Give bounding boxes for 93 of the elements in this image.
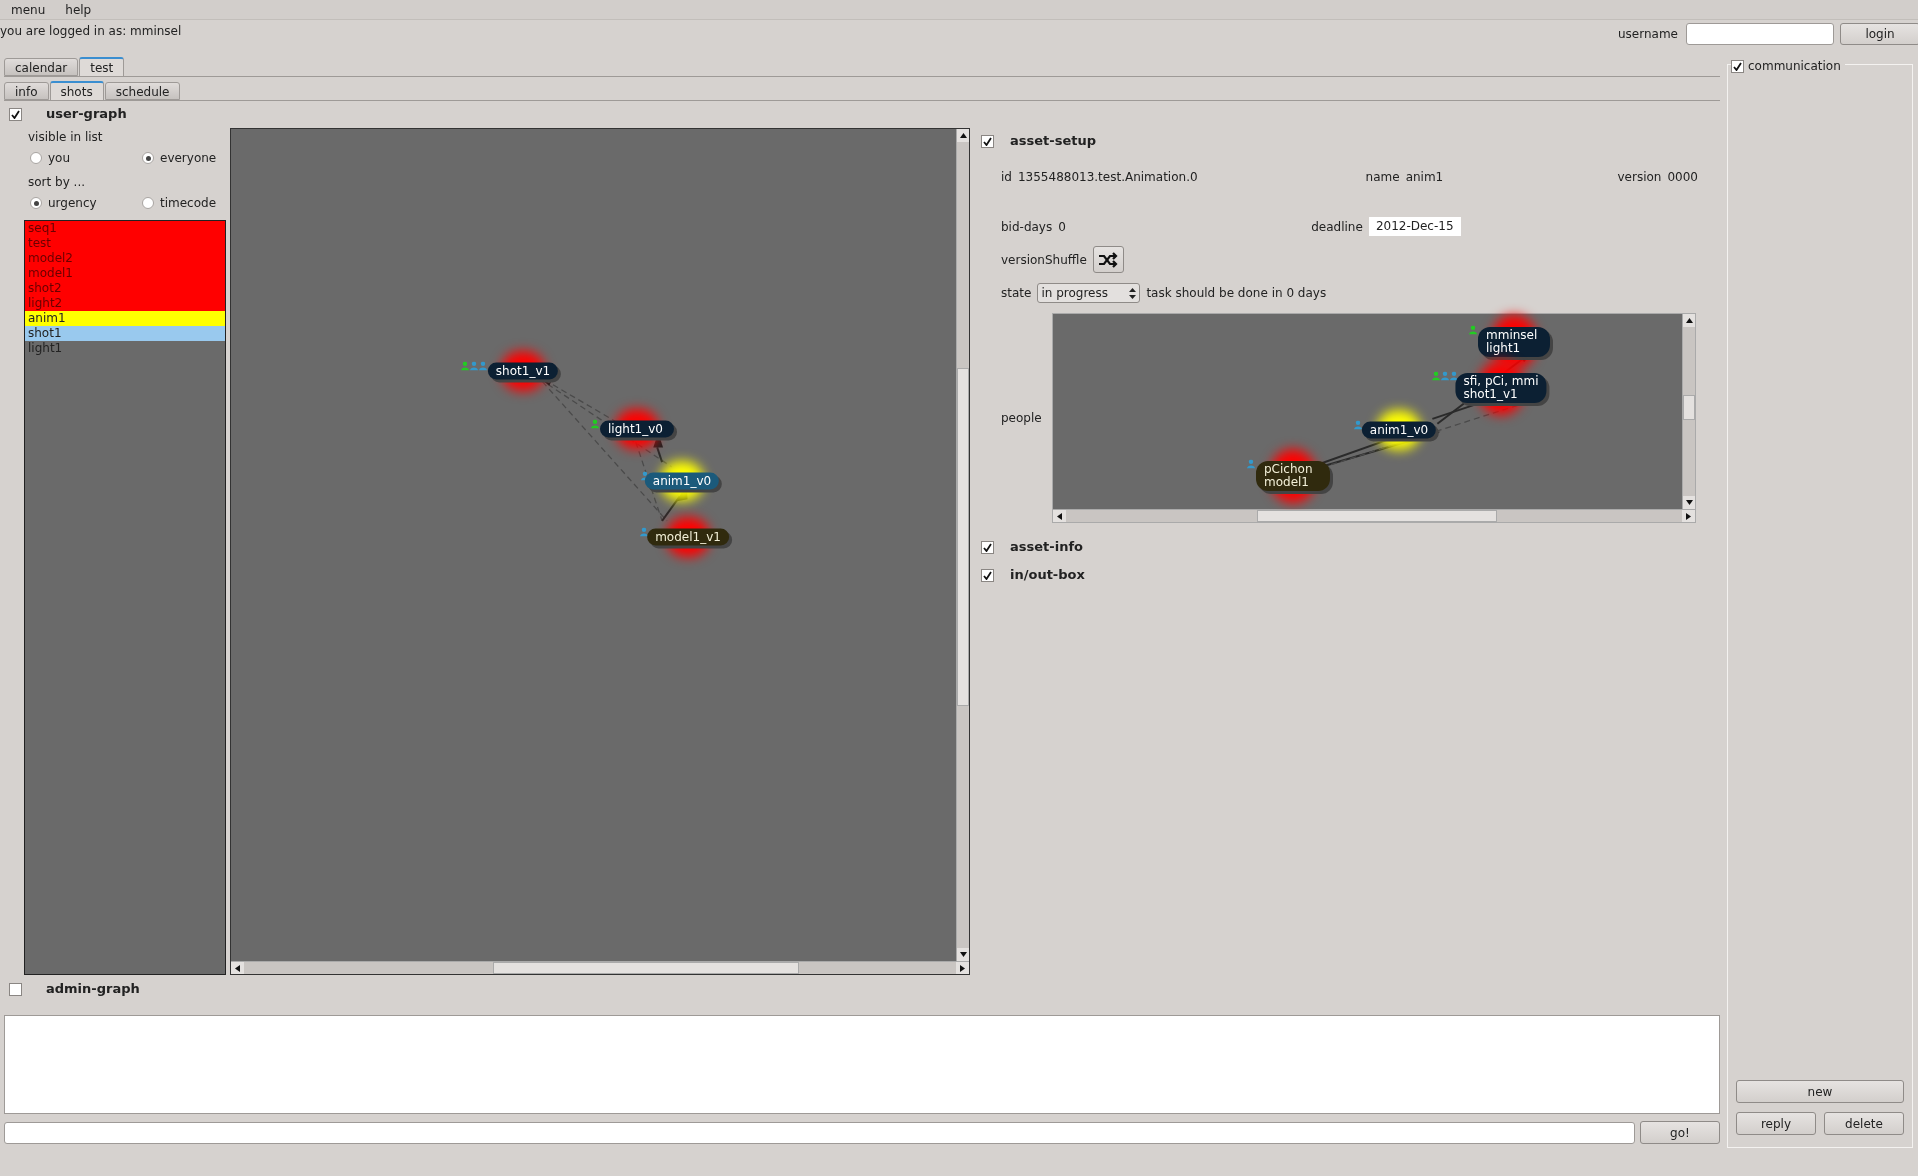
graph-node[interactable]: sfi, pCi, mmi shot1_v1: [1455, 373, 1547, 403]
section-title: in/out-box: [1010, 566, 1085, 585]
field-label: people: [1001, 410, 1043, 427]
list-item[interactable]: anim1: [25, 311, 225, 326]
scroll-down-button[interactable]: [957, 948, 969, 961]
scroll-left-button[interactable]: [231, 962, 244, 974]
field-label: state: [1001, 285, 1032, 302]
section-title: admin-graph: [46, 980, 140, 999]
field-label: deadline: [1311, 218, 1363, 236]
graph-node[interactable]: model1_v1: [647, 528, 729, 546]
radio-label: timecode: [160, 195, 217, 212]
tab[interactable]: calendar: [4, 58, 79, 76]
tab[interactable]: shots: [49, 81, 104, 101]
tab[interactable]: info: [4, 82, 49, 100]
message-area[interactable]: [4, 1015, 1720, 1114]
radio-label: everyone: [160, 150, 217, 167]
login-status: you are logged in as: mminsel: [0, 23, 182, 40]
radio-button[interactable]: [142, 152, 154, 164]
group-label: visible in list: [28, 129, 104, 146]
scroll-right-button[interactable]: [1682, 510, 1695, 522]
horizontal-scrollbar[interactable]: [1053, 509, 1695, 522]
new-button[interactable]: new: [1736, 1080, 1904, 1103]
people-graph[interactable]: mminsel light1 sfi, pCi, mmi shot1_v1 anim1_v0 pCichon model1: [1052, 313, 1696, 523]
tab[interactable]: schedule: [104, 82, 181, 100]
field-label: bid-days: [1001, 218, 1053, 236]
field-label: name: [1365, 169, 1400, 186]
state-dropdown[interactable]: in progress: [1037, 283, 1141, 303]
date-field[interactable]: 2012-Dec-15: [1368, 217, 1461, 236]
checkbox[interactable]: [981, 540, 994, 554]
group-label: sort by ...: [28, 174, 87, 191]
up-arrow-icon: [1685, 318, 1693, 323]
checkbox[interactable]: [9, 107, 22, 121]
menu-item[interactable]: help: [65, 0, 92, 19]
message-input[interactable]: [4, 1121, 1635, 1144]
checkbox[interactable]: [981, 568, 994, 582]
scrollbar-thumb[interactable]: [1256, 510, 1498, 522]
scroll-down-button[interactable]: [1683, 496, 1695, 509]
graph-node[interactable]: shot1_v1: [487, 362, 559, 380]
vertical-scrollbar[interactable]: [956, 129, 969, 961]
scrollbar-thumb[interactable]: [493, 962, 800, 974]
go-button[interactable]: go!: [1640, 1121, 1720, 1144]
tab[interactable]: test: [79, 57, 125, 77]
radio-button[interactable]: [30, 197, 42, 209]
left-arrow-icon: [1057, 512, 1062, 520]
radio-button[interactable]: [30, 152, 42, 164]
graph-node[interactable]: anim1_v0: [1361, 421, 1437, 439]
menu-item[interactable]: menu: [11, 0, 46, 19]
checkbox[interactable]: [9, 982, 22, 996]
scrollbar-thumb[interactable]: [1683, 394, 1695, 420]
radio-button[interactable]: [142, 197, 154, 209]
field-label: version: [1617, 169, 1662, 186]
right-arrow-icon: [960, 964, 965, 972]
field-value: 0: [1058, 218, 1067, 236]
checkbox[interactable]: [1731, 59, 1744, 73]
section-title: asset-info: [1010, 538, 1083, 557]
horizontal-scrollbar[interactable]: [231, 961, 969, 974]
down-arrow-icon: [959, 952, 967, 957]
username-label: username: [1618, 26, 1678, 43]
scrollbar-thumb[interactable]: [957, 367, 969, 707]
shuffle-icon: [1098, 251, 1119, 268]
scroll-up-button[interactable]: [1683, 314, 1695, 327]
scroll-right-button[interactable]: [956, 962, 969, 974]
field-value: 0000: [1667, 169, 1698, 186]
graph-node[interactable]: light1_v0: [600, 420, 674, 438]
vertical-scrollbar[interactable]: [1682, 314, 1695, 509]
field-value: anim1: [1405, 169, 1444, 186]
scroll-left-button[interactable]: [1053, 510, 1066, 522]
graph-node[interactable]: pCichon model1: [1256, 461, 1330, 491]
section-title: user-graph: [46, 105, 127, 124]
login-button[interactable]: login: [1840, 23, 1918, 45]
list-item[interactable]: shot1: [25, 326, 225, 341]
checkbox[interactable]: [981, 134, 994, 148]
graph-node[interactable]: anim1_v0: [644, 472, 720, 490]
delete-button[interactable]: delete: [1824, 1112, 1904, 1135]
field-label: versionShuffle: [1001, 251, 1087, 269]
reply-button[interactable]: reply: [1736, 1112, 1816, 1135]
down-arrow-icon: [1685, 500, 1693, 505]
state-note: task should be done in 0 days: [1146, 285, 1327, 302]
shuffle-button[interactable]: [1092, 246, 1124, 273]
username-field[interactable]: [1686, 23, 1834, 45]
left-arrow-icon: [235, 964, 240, 972]
radio-label: urgency: [48, 195, 97, 212]
field-value: 1355488013.test.Animation.0: [1017, 169, 1198, 186]
radio-label: you: [48, 150, 71, 167]
up-arrow-icon: [959, 133, 967, 138]
spinner-arrows-icon: [1129, 287, 1137, 299]
scroll-up-button[interactable]: [957, 129, 969, 142]
panel-title: communication: [1748, 58, 1841, 75]
graph-canvas[interactable]: shot1_v1 light1_v0 anim1_v0 model1_v1: [230, 128, 970, 975]
right-arrow-icon: [1686, 512, 1691, 520]
graph-node[interactable]: mminsel light1: [1478, 327, 1550, 357]
field-label: id: [1001, 169, 1012, 186]
section-title: asset-setup: [1010, 132, 1096, 151]
